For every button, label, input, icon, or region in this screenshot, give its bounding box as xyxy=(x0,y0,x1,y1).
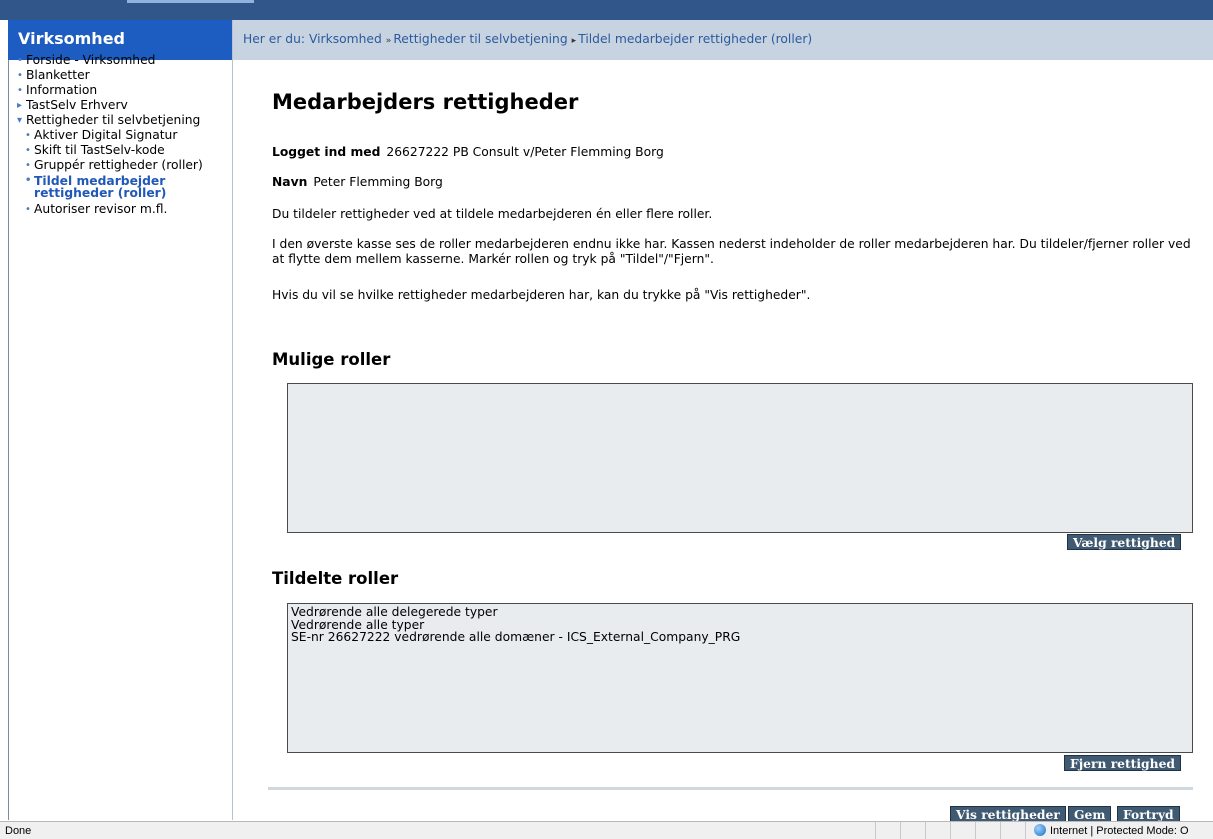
page-title: Medarbejders rettigheder xyxy=(272,90,579,114)
sidebar-nav: • Forside - Virksomhed • Blanketter • Infor… xyxy=(17,53,203,217)
status-cell xyxy=(950,822,975,839)
instructions-paragraph: I den øverste kasse ses de roller medarb… xyxy=(272,237,1191,266)
chevron-down-icon: ▾ xyxy=(17,115,23,126)
globe-icon xyxy=(1034,824,1046,836)
list-item[interactable]: Vedrørende alle delegerede typer xyxy=(288,606,1192,619)
bullet-icon: • xyxy=(25,145,31,156)
bullet-icon: • xyxy=(25,130,31,141)
logged-in-label: Logget ind med xyxy=(272,145,381,159)
name-label: Navn xyxy=(272,175,308,189)
sidebar-subitem-grupper-rettigheder[interactable]: • Gruppér rettigheder (roller) xyxy=(20,158,203,173)
sidebar-item-label[interactable]: Autoriser revisor m.fl. xyxy=(34,202,167,216)
sidebar-subitem-tildel-medarbejder-active[interactable]: • Tildel medarbejder rettigheder (roller) xyxy=(20,175,203,199)
sidebar-item-rettigheder[interactable]: ▾ Rettigheder til selvbetjening xyxy=(17,113,203,128)
sidebar-item-blanketter[interactable]: • Blanketter xyxy=(17,68,203,83)
bullet-icon: • xyxy=(17,70,23,81)
status-text: Done xyxy=(5,825,32,837)
assigned-roles-heading: Tildelte roller xyxy=(272,569,399,588)
name-value: Peter Flemming Borg xyxy=(313,175,443,189)
sidebar-subitem-autoriser-revisor[interactable]: • Autoriser revisor m.fl. xyxy=(20,202,203,217)
sidebar-item-label[interactable]: TastSelv Erhverv xyxy=(26,98,128,112)
status-cell xyxy=(900,822,925,839)
top-tab-indicator xyxy=(127,0,254,20)
employee-name-info: Navn Peter Flemming Borg xyxy=(272,175,443,189)
possible-roles-heading: Mulige roller xyxy=(272,350,391,369)
breadcrumb-item-current: Tildel medarbejder rettigheder (roller) xyxy=(578,32,813,46)
sidebar-item-tastselv-erhverv[interactable]: ▸ TastSelv Erhverv xyxy=(17,98,203,113)
breadcrumb: Her er du: Virksomhed» Rettigheder til se… xyxy=(243,32,812,46)
status-cell xyxy=(875,822,900,839)
list-item[interactable]: SE-nr 26627222 vedrørende alle domæner -… xyxy=(288,631,1192,644)
show-rights-paragraph: Hvis du vil se hvilke rettigheder medarb… xyxy=(272,288,811,302)
bullet-icon: • xyxy=(25,204,31,215)
bullet-icon: • xyxy=(25,175,32,186)
status-cell xyxy=(925,822,950,839)
possible-roles-listbox[interactable] xyxy=(287,383,1193,533)
breadcrumb-item-rettigheder[interactable]: Rettigheder til selvbetjening xyxy=(393,32,567,46)
logged-in-value: 26627222 PB Consult v/Peter Flemming Bor… xyxy=(386,145,664,159)
divider xyxy=(268,787,1193,790)
save-button[interactable]: Gem xyxy=(1068,806,1112,822)
browser-status-bar: Done Internet | Protected Mode: O xyxy=(0,821,1213,839)
sidebar-subitem-aktiver-digital-signatur[interactable]: • Aktiver Digital Signatur xyxy=(20,128,203,143)
sidebar-item-label[interactable]: Skift til TastSelv-kode xyxy=(34,143,165,157)
show-rights-button[interactable]: Vis rettigheder xyxy=(950,806,1066,822)
chevron-right-icon: ▸ xyxy=(17,100,23,111)
logged-in-info: Logget ind med 26627222 PB Consult v/Pete… xyxy=(272,145,664,159)
cancel-button[interactable]: Fortryd xyxy=(1117,806,1180,822)
sidebar-item-label[interactable]: Information xyxy=(26,83,97,97)
sidebar-item-information[interactable]: • Information xyxy=(17,83,203,98)
intro-paragraph: Du tildeler rettigheder ved at tildele m… xyxy=(272,207,713,221)
chevron-right-icon: » xyxy=(385,36,392,46)
sidebar-subitem-skift-tastselv-kode[interactable]: • Skift til TastSelv-kode xyxy=(20,143,203,158)
top-banner xyxy=(0,0,1213,20)
bullet-icon: • xyxy=(25,160,31,171)
left-panel-divider xyxy=(8,20,9,820)
sidebar-item-label[interactable]: Gruppér rettigheder (roller) xyxy=(34,158,203,172)
sidebar-item-label[interactable]: Forside - Virksomhed xyxy=(26,53,155,67)
security-zone-label: Internet | Protected Mode: O xyxy=(1050,825,1189,837)
sidebar-item-label[interactable]: Aktiver Digital Signatur xyxy=(34,128,177,142)
bullet-icon: • xyxy=(17,85,23,96)
sidebar-item-label[interactable]: rettigheder (roller) xyxy=(34,186,166,200)
breadcrumb-item-virksomhed[interactable]: Virksomhed xyxy=(309,32,382,46)
select-right-button[interactable]: Vælg rettighed xyxy=(1067,534,1182,550)
breadcrumb-bar: Her er du: Virksomhed» Rettigheder til se… xyxy=(233,20,1213,60)
security-zone[interactable]: Internet | Protected Mode: O xyxy=(1034,824,1189,837)
breadcrumb-prefix: Her er du: xyxy=(243,32,306,46)
remove-right-button[interactable]: Fjern rettighed xyxy=(1064,755,1181,771)
left-panel-title: Virksomhed xyxy=(18,29,125,48)
sidebar-item-forside[interactable]: • Forside - Virksomhed xyxy=(17,53,203,68)
status-cell xyxy=(975,822,1000,839)
status-cell xyxy=(1000,822,1025,839)
sidebar-item-label[interactable]: Rettigheder til selvbetjening xyxy=(26,113,200,127)
assigned-roles-listbox[interactable]: Vedrørende alle delegerede typer Vedrøre… xyxy=(287,603,1193,753)
chevron-right-icon: ▸ xyxy=(571,36,577,46)
sidebar-item-label[interactable]: Blanketter xyxy=(26,68,90,82)
bullet-icon: • xyxy=(17,55,23,66)
